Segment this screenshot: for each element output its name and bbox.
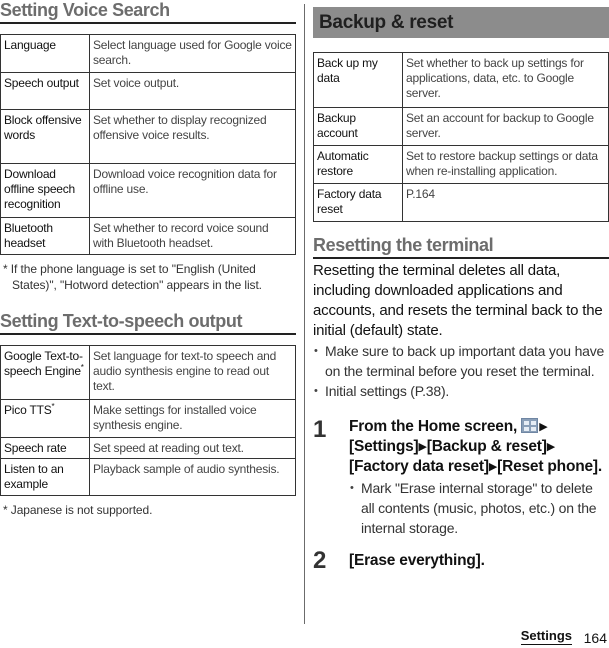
setting-name: Speech rate (0, 437, 90, 459)
step-number: 1 (313, 416, 327, 443)
left-column: Setting Voice Search Language Select lan… (0, 0, 296, 518)
arrow-right-icon: ▶ (546, 441, 555, 453)
setting-description: Make settings for installed voice synthe… (89, 399, 296, 438)
step-instruction: [Erase everything]. (349, 552, 485, 569)
setting-name: Download offline speech recognition (0, 163, 90, 218)
voice-search-table: Language Select language used for Google… (0, 34, 296, 255)
table-row: Google Text-to-speech Engine* Set langua… (0, 345, 296, 400)
tts-footnote: * Japanese is not supported. (3, 503, 153, 517)
setting-name: Pico TTS* (0, 399, 90, 438)
setting-description: Set voice output. (89, 72, 296, 110)
voice-search-footnote: * If the phone language is set to "Engli… (3, 262, 262, 292)
setting-name: Language (0, 34, 90, 73)
table-row: Bluetooth headset Set whether to record … (0, 217, 296, 255)
setting-name: Automatic restore (313, 145, 403, 184)
menu-settings: [Settings] (349, 438, 419, 455)
table-row: Back up my data Set whether to back up s… (313, 52, 609, 108)
menu-factory-data-reset: [Factory data reset] (349, 458, 489, 475)
table-row: Backup account Set an account for backup… (313, 107, 609, 146)
step-2: 2 [Erase everything]. (313, 547, 609, 574)
setting-description: Set whether to display recognized offens… (89, 109, 296, 164)
setting-description: Set whether to back up settings for appl… (402, 52, 609, 108)
setting-name: Backup account (313, 107, 403, 146)
table-row: Speech output Set voice output. (0, 72, 296, 110)
section-banner-backup-reset: Backup & reset (313, 7, 609, 38)
table-row: Language Select language used for Google… (0, 34, 296, 73)
table-row: Automatic restore Set to restore backup … (313, 145, 609, 184)
table-row: Block offensive words Set whether to dis… (0, 109, 296, 164)
setting-description: Set to restore backup settings or data w… (402, 145, 609, 184)
setting-description: Set an account for backup to Google serv… (402, 107, 609, 146)
setting-description: Playback sample of audio synthesis. (89, 458, 296, 496)
setting-name: Block offensive words (0, 109, 90, 164)
setting-description: Select language used for Google voice se… (89, 34, 296, 73)
step-instruction: From the Home screen, ▶ [Settings]▶[Back… (349, 418, 602, 475)
arrow-right-icon: ▶ (488, 461, 498, 473)
setting-description: Set language for text-to speech and audi… (89, 345, 296, 400)
footnote-marker: * (51, 402, 55, 411)
section-title-resetting: Resetting the terminal (313, 235, 609, 259)
footer-section-label: Settings (520, 628, 572, 645)
section-title-voice-search: Setting Voice Search (0, 0, 296, 24)
setting-name: Listen to an example (0, 458, 90, 496)
column-divider (304, 4, 305, 624)
arrow-right-icon: ▶ (418, 441, 427, 453)
setting-name: Speech output (0, 72, 90, 110)
table-row: Listen to an example Playback sample of … (0, 458, 296, 496)
table-row: Download offline speech recognition Down… (0, 163, 296, 218)
setting-name: Bluetooth headset (0, 217, 90, 255)
menu-backup-reset: [Backup & reset] (426, 438, 547, 455)
setting-description: P.164 (402, 183, 609, 222)
setting-description: Set speed at reading out text. (89, 437, 296, 459)
tts-table: Google Text-to-speech Engine* Set langua… (0, 345, 296, 496)
menu-reset-phone: [Reset phone]. (497, 458, 602, 475)
table-row: Pico TTS* Make settings for installed vo… (0, 399, 296, 438)
page-number: 164 (583, 630, 607, 646)
section-title-tts: Setting Text-to-speech output (0, 311, 296, 335)
reset-description: Resetting the terminal deletes all data,… (313, 262, 603, 339)
step-number: 2 (313, 547, 327, 574)
setting-description: Set whether to record voice sound with B… (89, 217, 296, 255)
page-reference-link[interactable]: P.164 (406, 187, 435, 201)
right-column: Backup & reset Back up my data Set wheth… (313, 0, 609, 574)
step-1: 1 From the Home screen, ▶ [Settings]▶[Ba… (313, 417, 609, 538)
reset-bullet: Make sure to back up important data you … (313, 341, 609, 381)
arrow-right-icon: ▶ (539, 421, 548, 433)
setting-name: Factory data reset (313, 183, 403, 222)
setting-name: Google Text-to-speech Engine* (0, 345, 90, 400)
setting-description: Download voice recognition data for offl… (89, 163, 296, 218)
table-row: Factory data reset P.164 (313, 183, 609, 222)
step-sub-bullet: Mark "Erase internal storage" to delete … (349, 478, 609, 538)
apps-grid-icon (521, 418, 539, 433)
setting-name: Back up my data (313, 52, 403, 108)
backup-table: Back up my data Set whether to back up s… (313, 52, 609, 222)
reset-bullet: Initial settings (P.38). (313, 381, 609, 401)
footnote-marker: * (80, 363, 84, 372)
table-row: Speech rate Set speed at reading out tex… (0, 437, 296, 459)
